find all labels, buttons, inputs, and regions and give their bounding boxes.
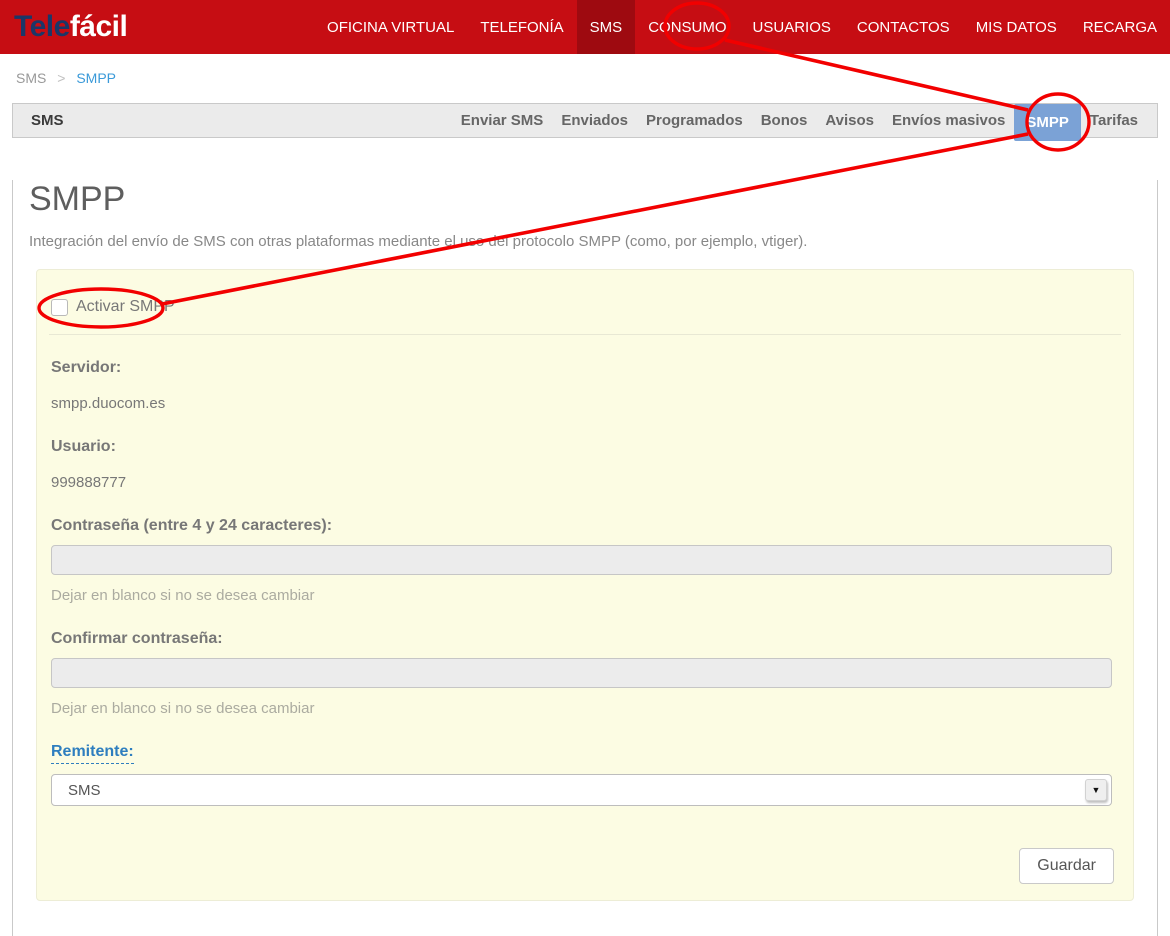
page-description: Integración del envío de SMS con otras p… bbox=[29, 233, 1157, 250]
nav-item-oficina-virtual[interactable]: OFICINA VIRTUAL bbox=[314, 0, 467, 54]
password-field: Contraseña (entre 4 y 24 caracteres): De… bbox=[49, 517, 1121, 604]
smpp-settings-panel: Activar SMPP Servidor: smpp.duocom.es Us… bbox=[36, 269, 1134, 901]
nav-item-usuarios[interactable]: USUARIOS bbox=[740, 0, 844, 54]
breadcrumb: SMS > SMPP bbox=[0, 54, 1170, 86]
brand-logo-part2: fácil bbox=[70, 10, 128, 43]
password-label: Contraseña (entre 4 y 24 caracteres): bbox=[51, 517, 1119, 535]
brand-logo-part1: Tele bbox=[14, 10, 70, 43]
confirm-password-field: Confirmar contraseña: Dejar en blanco si… bbox=[49, 630, 1121, 717]
confirm-password-hint: Dejar en blanco si no se desea cambiar bbox=[51, 700, 1119, 717]
server-label: Servidor: bbox=[51, 359, 1119, 377]
main-container: SMS Enviar SMS Enviados Programados Bono… bbox=[12, 103, 1158, 936]
tab-smpp[interactable]: SMPP bbox=[1014, 104, 1081, 141]
activar-smpp-row: Activar SMPP bbox=[49, 298, 1121, 316]
user-label: Usuario: bbox=[51, 438, 1119, 456]
password-hint: Dejar en blanco si no se desea cambiar bbox=[51, 587, 1119, 604]
tab-bonos[interactable]: Bonos bbox=[752, 103, 817, 138]
brand-logo[interactable]: Telefácil bbox=[14, 10, 127, 44]
confirm-password-input[interactable] bbox=[51, 658, 1112, 688]
server-field: Servidor: smpp.duocom.es bbox=[49, 359, 1121, 412]
dropdown-arrow-icon[interactable]: ▼ bbox=[1085, 779, 1107, 801]
nav-item-mis-datos[interactable]: MIS DATOS bbox=[963, 0, 1070, 54]
nav-item-recarga[interactable]: RECARGA bbox=[1070, 0, 1170, 54]
section-tab-bar: SMS Enviar SMS Enviados Programados Bono… bbox=[12, 103, 1158, 138]
breadcrumb-separator: > bbox=[57, 70, 65, 86]
nav-item-sms[interactable]: SMS bbox=[577, 0, 636, 54]
sender-select[interactable]: SMS ▼ bbox=[51, 774, 1112, 806]
sender-field: Remitente: SMS ▼ bbox=[49, 743, 1121, 806]
tabs: Enviar SMS Enviados Programados Bonos Av… bbox=[452, 103, 1157, 138]
section-title: SMS bbox=[31, 112, 64, 129]
page-title: SMPP bbox=[29, 180, 1157, 219]
save-button[interactable]: Guardar bbox=[1019, 848, 1114, 884]
activar-smpp-label: Activar SMPP bbox=[76, 298, 175, 316]
tab-enviados[interactable]: Enviados bbox=[552, 103, 637, 138]
activar-smpp-checkbox[interactable] bbox=[51, 299, 68, 316]
top-navigation: OFICINA VIRTUAL TELEFONÍA SMS CONSUMO US… bbox=[314, 0, 1170, 54]
page-content: SMPP Integración del envío de SMS con ot… bbox=[12, 180, 1158, 936]
password-input[interactable] bbox=[51, 545, 1112, 575]
breadcrumb-current[interactable]: SMPP bbox=[76, 70, 116, 86]
sender-selected-value: SMS bbox=[52, 782, 101, 799]
divider bbox=[49, 334, 1121, 335]
sender-label[interactable]: Remitente: bbox=[51, 743, 134, 764]
tab-programados[interactable]: Programados bbox=[637, 103, 752, 138]
tab-tarifas[interactable]: Tarifas bbox=[1081, 103, 1147, 138]
tab-avisos[interactable]: Avisos bbox=[816, 103, 883, 138]
user-value: 999888777 bbox=[51, 474, 1119, 491]
server-value: smpp.duocom.es bbox=[51, 395, 1119, 412]
nav-item-contactos[interactable]: CONTACTOS bbox=[844, 0, 963, 54]
nav-item-telefonia[interactable]: TELEFONÍA bbox=[467, 0, 576, 54]
tab-envios-masivos[interactable]: Envíos masivos bbox=[883, 103, 1014, 138]
user-field: Usuario: 999888777 bbox=[49, 438, 1121, 491]
top-bar: Telefácil OFICINA VIRTUAL TELEFONÍA SMS … bbox=[0, 0, 1170, 54]
breadcrumb-parent[interactable]: SMS bbox=[16, 70, 46, 86]
form-actions: Guardar bbox=[49, 848, 1121, 884]
nav-item-consumo[interactable]: CONSUMO bbox=[635, 0, 739, 54]
tab-enviar-sms[interactable]: Enviar SMS bbox=[452, 103, 553, 138]
confirm-password-label: Confirmar contraseña: bbox=[51, 630, 1119, 648]
